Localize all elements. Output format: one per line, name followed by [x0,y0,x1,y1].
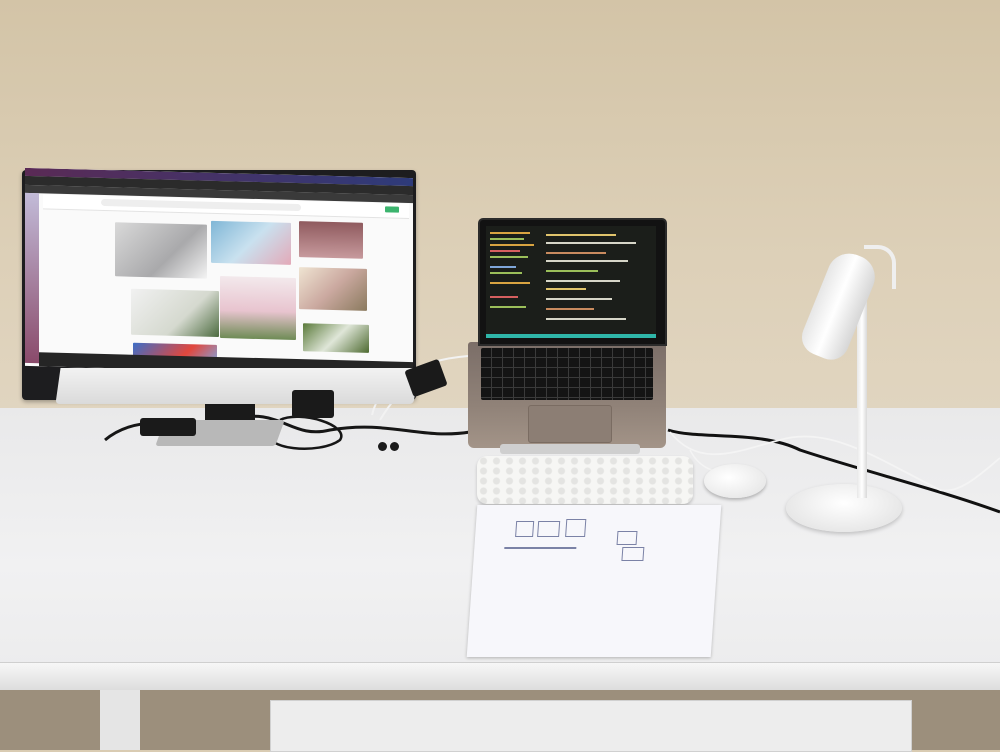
photo-red-flowers [299,221,363,259]
earbud-right [390,442,399,451]
sketch-box [565,519,587,537]
code-line [546,260,628,262]
code-line [546,234,616,236]
code-line [546,242,636,244]
code-line [490,296,518,298]
laptop-screen [478,218,667,346]
code-line [490,272,522,274]
code-editor [486,226,656,334]
laptop-stand [500,444,640,454]
search-input [101,198,301,212]
code-line [490,282,530,284]
join-button [385,206,399,213]
photo-white-bloom [131,288,219,337]
laptop-trackpad [528,405,612,443]
code-line [490,306,526,308]
sketch-box [537,521,561,537]
paper-sheet [466,505,722,657]
wireless-keyboard [477,456,693,504]
code-line [546,318,626,320]
code-line [546,288,586,290]
lamp-base [786,484,902,532]
dock [25,192,39,364]
earbud-left [378,442,387,451]
monitor-screen [25,167,413,377]
editor-statusline [486,334,656,338]
photo-daisies [303,323,369,353]
power-brick [140,418,196,436]
code-line [490,250,520,252]
power-adapter [292,390,334,418]
sketch-box [621,547,645,561]
code-line [490,266,516,268]
code-line [546,298,612,300]
photo-dried-flowers [299,267,367,311]
code-line [490,244,534,246]
mouse [704,464,766,498]
photo-white-flowers [115,222,207,279]
sketch-box [616,531,638,545]
code-line [546,270,598,272]
sketch-box [515,521,535,537]
laptop-keyboard [481,348,653,400]
code-line [490,232,530,234]
code-line [490,238,524,240]
code-line [546,280,620,282]
code-line [546,252,606,254]
sketch-line [504,547,577,549]
monitor-bezel [55,368,419,404]
code-line [546,308,594,310]
code-line [490,256,528,258]
photo-pink-blossoms [211,220,291,265]
photo-coneflower [220,276,296,341]
